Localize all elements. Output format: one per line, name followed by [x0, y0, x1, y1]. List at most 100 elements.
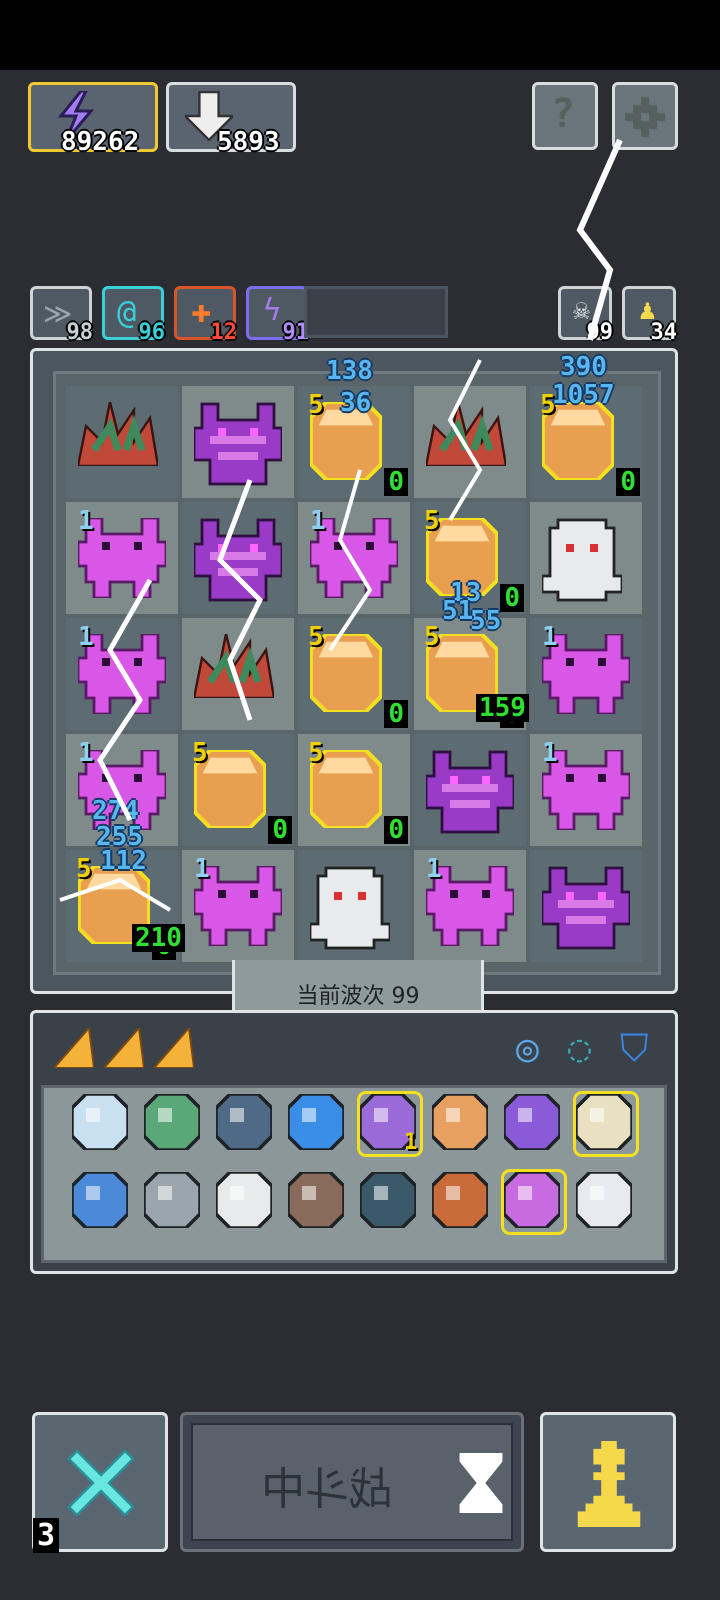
energy-counter[interactable]: 89262 [28, 82, 158, 157]
slingshot-icon[interactable] [286, 1170, 348, 1232]
helmet-icon[interactable]: ⛉ [620, 1026, 649, 1071]
board-cell[interactable]: 50 [298, 734, 410, 846]
damage-number: 390 [560, 352, 607, 382]
board-cell[interactable]: 1 [530, 618, 642, 730]
plus-icon: ✚ [191, 291, 212, 331]
board-cell[interactable] [182, 386, 294, 498]
gem-counter[interactable]: 5893 [166, 82, 296, 157]
kill-counter: 210 [132, 924, 185, 952]
board-cell[interactable]: 1 [530, 734, 642, 846]
unit-level: 1 [78, 506, 94, 536]
pawn-icon [577, 1441, 641, 1527]
status-bar [0, 0, 720, 70]
settings-button[interactable] [612, 82, 678, 150]
board-cell[interactable] [414, 734, 526, 846]
hourglass-icon [459, 1453, 503, 1513]
board-cell[interactable]: 1 [66, 618, 178, 730]
board-cell[interactable]: 1 [298, 502, 410, 614]
shard-icon[interactable] [101, 1025, 146, 1072]
item-count-badge: 1 [404, 1130, 418, 1155]
mirror-icon[interactable] [574, 1170, 636, 1232]
battle-label: 战斗中 [261, 1464, 393, 1515]
help-button[interactable]: ? [532, 82, 598, 150]
board-cell[interactable] [182, 502, 294, 614]
unit-level: 1 [78, 738, 94, 768]
turtle-shell-icon[interactable] [142, 1092, 204, 1154]
unit-level: 1 [426, 854, 442, 884]
crate-tier: 5 [76, 854, 92, 884]
demon-unit-icon [192, 402, 284, 490]
board-cell[interactable]: 50 [182, 734, 294, 846]
unit-level: 1 [310, 506, 326, 536]
demon-unit-icon [192, 518, 284, 606]
crate-counter: 0 [616, 468, 640, 496]
cancel-count: 3 [33, 1518, 60, 1553]
key-icon[interactable] [430, 1092, 492, 1154]
ghost-unit-icon [308, 866, 392, 954]
dagger-icon[interactable] [430, 1170, 492, 1232]
board-cell[interactable]: 50 [298, 618, 410, 730]
wave-label: 当前波次 99 [296, 984, 420, 1009]
board-cell[interactable] [414, 386, 526, 498]
shard-icon[interactable] [51, 1025, 96, 1072]
crate-tier: 5 [308, 390, 324, 420]
shield-icon[interactable] [214, 1092, 276, 1154]
crate-counter: 0 [384, 700, 408, 728]
plant-unit-icon [424, 401, 508, 470]
pawn-value: 34 [650, 320, 678, 345]
ghost-unit-icon [540, 518, 624, 606]
kill-counter: 159 [476, 694, 529, 722]
crate-tier: 5 [192, 738, 208, 768]
hammer-icon[interactable] [501, 1169, 567, 1235]
demon-unit-icon [424, 750, 516, 838]
crate-tier: 5 [308, 738, 324, 768]
unit-level: 1 [78, 622, 94, 652]
crate-counter: 0 [384, 816, 408, 844]
damage-number: 138 [326, 356, 373, 386]
board-cell[interactable] [530, 502, 642, 614]
pawn-chip[interactable]: ♟ 34 [622, 286, 677, 345]
board-cell[interactable]: 1 [182, 850, 294, 962]
damage-number: 36 [340, 388, 372, 418]
crate-tier: 5 [424, 622, 440, 652]
stat-chip-lightning[interactable]: ϟ 91 [246, 286, 309, 345]
pawn-button[interactable] [540, 1412, 676, 1552]
stat-value-wing: 98 [66, 320, 94, 345]
board-cell[interactable] [298, 850, 410, 962]
stat-chip-swirl[interactable]: @ 96 [102, 286, 165, 345]
bat-icon[interactable] [502, 1092, 564, 1154]
unit-level: 1 [194, 854, 210, 884]
crate-tier: 5 [424, 506, 440, 536]
question-icon: ? [551, 91, 576, 137]
skull-value: 99 [586, 320, 614, 345]
skull-chip[interactable]: ☠ 99 [558, 286, 613, 345]
wave-icon[interactable] [286, 1092, 348, 1154]
plant-unit-icon [192, 633, 276, 702]
cycle-icon[interactable]: ◌ [568, 1026, 591, 1070]
board-cell[interactable] [66, 386, 178, 498]
ring-icon[interactable]: ◎ [516, 1026, 539, 1070]
board-cell[interactable]: 1 [414, 850, 526, 962]
demon-unit-icon [540, 866, 632, 954]
crate-counter: 0 [384, 468, 408, 496]
board-cell[interactable] [182, 618, 294, 730]
joystick-icon[interactable] [142, 1170, 204, 1232]
board-cell[interactable] [530, 850, 642, 962]
scroll-icon[interactable] [70, 1092, 132, 1154]
unit-level: 1 [542, 622, 558, 652]
bell-icon[interactable] [358, 1170, 420, 1232]
stat-chip-plus[interactable]: ✚ 12 [174, 286, 237, 345]
cancel-button[interactable]: 3 [32, 1412, 168, 1553]
damage-number: 1057 [552, 380, 615, 410]
stat-chip-wing[interactable]: ≫ 98 [30, 286, 93, 345]
board-cell[interactable]: 1 [66, 502, 178, 614]
feather-icon[interactable] [70, 1170, 132, 1232]
crown-icon[interactable] [573, 1091, 639, 1157]
energy-value: 89262 [61, 127, 140, 157]
unit-level: 1 [542, 738, 558, 768]
stat-bar-empty [304, 286, 448, 338]
shard-icon[interactable] [151, 1025, 196, 1072]
orb-icon[interactable] [214, 1170, 276, 1232]
battle-button[interactable]: 战斗中 [180, 1412, 524, 1552]
damage-number: 51 [442, 596, 474, 626]
